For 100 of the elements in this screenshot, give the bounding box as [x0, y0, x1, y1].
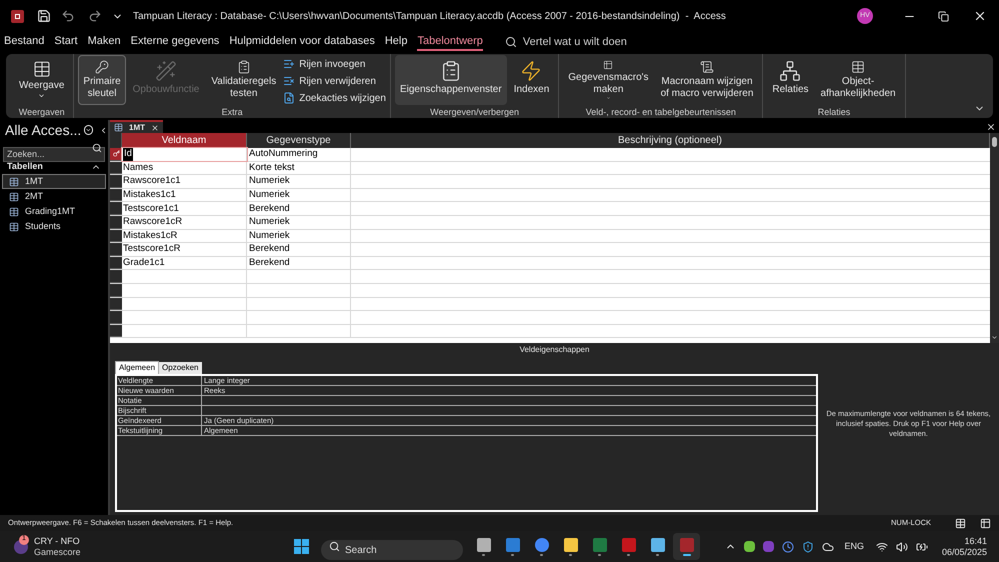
ribbon-tab[interactable]: Help [384, 33, 408, 51]
close-icon[interactable] [973, 9, 987, 23]
ribbon-tab[interactable]: Externe gegevens [130, 33, 220, 51]
ribbon-button[interactable]: Macronaam wijzigen of macro verwijderen [656, 55, 758, 105]
insert-rows-icon [283, 58, 296, 70]
property-tab[interactable]: Algemeen [115, 361, 160, 374]
redo-icon[interactable] [88, 9, 102, 23]
field-name-cell[interactable]: Grade1c1 [122, 256, 247, 270]
tray-app-icon[interactable] [744, 541, 756, 552]
nav-item[interactable]: 1MT [2, 174, 106, 189]
datasheet-view-icon[interactable] [955, 518, 966, 528]
wand-icon [155, 60, 177, 82]
document-tab[interactable]: 1MT [110, 120, 163, 133]
section-title: Veldeigenschappen [520, 344, 590, 356]
row-selector[interactable] [110, 324, 122, 338]
taskbar-search-field[interactable]: Search [321, 540, 463, 560]
ribbon-button[interactable]: Relaties [767, 55, 814, 105]
ribbon-tab[interactable]: Hulpmiddelen voor databases [229, 33, 375, 51]
row-selector[interactable] [110, 188, 122, 202]
ribbon-button[interactable]: Primaire sleutel [78, 55, 126, 105]
row-selector[interactable] [110, 230, 122, 242]
data-type-cell[interactable]: Numeriek [247, 188, 351, 202]
ribbon-button[interactable]: Object- afhankelijkheden [816, 55, 901, 105]
field-name-cell[interactable]: Id [122, 148, 247, 161]
property-tab[interactable]: Opzoeken [159, 362, 202, 374]
ribbon-button[interactable]: Eigenschappenvenster [394, 55, 507, 105]
data-type-cell[interactable]: Berekend [247, 243, 351, 256]
battery-icon[interactable] [916, 540, 928, 552]
task-view-icon [476, 538, 490, 552]
data-type-cell[interactable]: Numeriek [247, 175, 351, 188]
field-name-cell[interactable]: Testscore1cR [122, 243, 247, 256]
widget-title: CRY - NFO [34, 536, 81, 546]
ribbon-button[interactable]: Rijen invoegen [283, 56, 386, 72]
ribbon-tab[interactable]: Tabelontwerp [417, 33, 483, 51]
security-icon[interactable] [802, 540, 814, 552]
access-logo-icon [11, 10, 24, 22]
start-icon[interactable] [294, 539, 309, 554]
nav-search-field[interactable]: Zoeken... [3, 146, 105, 162]
ribbon-button[interactable]: Weergave [14, 55, 70, 105]
widget-subtitle: Gamescore [34, 546, 81, 558]
scrollbar[interactable] [990, 133, 999, 343]
row-selector[interactable] [110, 162, 122, 174]
nav-item[interactable]: Students [2, 219, 106, 234]
ribbon-tab[interactable]: Maken [88, 33, 121, 51]
close-icon[interactable] [986, 122, 996, 132]
notepad-icon [650, 538, 664, 552]
save-icon[interactable] [37, 9, 51, 23]
pdf-icon [622, 538, 636, 552]
field-name-cell[interactable]: Testscore1c1 [122, 202, 247, 215]
wifi-icon[interactable] [876, 540, 888, 552]
nav-item[interactable]: 2MT [2, 189, 106, 204]
taskbar-app[interactable] [673, 533, 700, 560]
close-icon[interactable] [151, 124, 159, 132]
row-selector[interactable] [110, 284, 122, 297]
group-label: Weergeven/verbergen [430, 106, 520, 118]
volume-icon[interactable] [896, 540, 908, 552]
restore-icon[interactable] [938, 10, 949, 22]
clock-icon[interactable] [782, 540, 794, 552]
field-name-cell[interactable]: Mistakes1c1 [122, 188, 247, 202]
onenote-icon[interactable] [763, 541, 774, 552]
ribbon-button[interactable]: Validatieregels testen [206, 55, 282, 105]
row-selector[interactable] [110, 216, 122, 229]
ribbon-button[interactable]: Zoekacties wijzigen [283, 90, 386, 106]
nav-item[interactable]: Grading1MT [2, 204, 106, 219]
data-type-cell[interactable]: AutoNummering [247, 148, 351, 161]
tell-me-field[interactable]: Vertel wat u wilt doen [504, 34, 653, 50]
ribbon-tab[interactable]: Bestand [4, 33, 44, 51]
data-type-cell[interactable]: Numeriek [247, 230, 351, 242]
field-name-cell[interactable]: Mistakes1cR [122, 230, 247, 242]
folder-icon [564, 538, 578, 552]
data-type-cell[interactable]: Korte tekst [247, 162, 351, 174]
nav-pane-title: Alle Acces... [5, 120, 82, 140]
relationships-icon [779, 60, 802, 82]
table-icon [9, 222, 19, 232]
data-type-cell[interactable]: Berekend [247, 202, 351, 215]
field-name-cell[interactable]: Names [122, 162, 247, 174]
ribbon-button[interactable]: Indexen [508, 55, 554, 105]
ribbon-tab[interactable]: Start [54, 33, 78, 51]
excel-icon [592, 538, 606, 552]
search-icon [329, 540, 340, 552]
field-name-cell[interactable]: Rawscore1c1 [122, 175, 247, 188]
scroll-down-icon[interactable] [991, 334, 998, 341]
section-header[interactable]: Tabellen [3, 160, 105, 174]
clock[interactable]: 16:41 06/05/2025 [942, 536, 987, 558]
ribbon-button[interactable]: Gegevensmacro's maken [563, 55, 654, 105]
ribbon-button[interactable]: Rijen verwijderen [283, 73, 386, 89]
scroll-thumb[interactable] [992, 137, 997, 147]
row-selector[interactable] [110, 148, 122, 161]
data-type-cell[interactable]: Numeriek [247, 216, 351, 229]
field-name-cell[interactable]: Rawscore1cR [122, 216, 247, 229]
data-type-cell[interactable]: Berekend [247, 256, 351, 270]
undo-icon[interactable] [61, 9, 75, 23]
search-icon [504, 36, 517, 48]
design-view-icon[interactable] [980, 518, 991, 528]
row-selector[interactable] [110, 256, 122, 270]
row-selector[interactable] [110, 298, 122, 310]
language-indicator[interactable]: ENG [844, 540, 864, 554]
cloud-icon[interactable] [822, 540, 834, 552]
lightning-icon [520, 60, 542, 82]
dropdown-icon[interactable] [84, 125, 93, 135]
